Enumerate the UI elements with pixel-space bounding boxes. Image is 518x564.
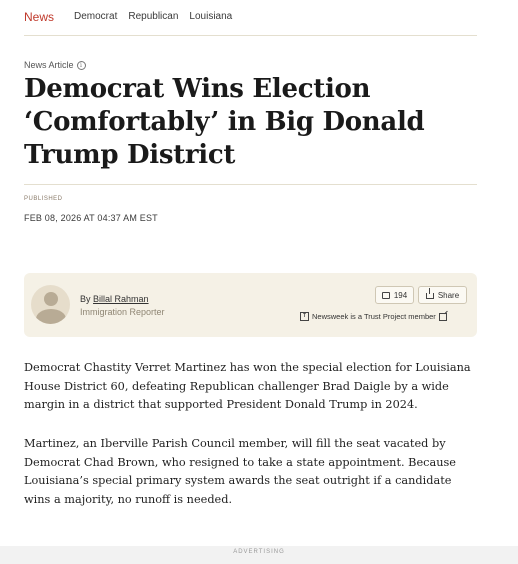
- author-role: Immigration Reporter: [80, 307, 165, 317]
- body-paragraph: Martinez, an Iberville Parish Council me…: [24, 437, 456, 506]
- advertising-slot: ADVERTISING: [0, 546, 518, 564]
- comment-icon: [381, 291, 390, 299]
- avatar-head-shape: [44, 292, 58, 306]
- comment-count: 194: [393, 290, 408, 300]
- nav-topic-links: Democrat Republican Louisiana: [74, 11, 232, 22]
- headline-divider: [24, 184, 477, 185]
- trust-project-link[interactable]: T Newsweek is a Trust Project member: [300, 312, 447, 321]
- author-card: By Billal Rahman Immigration Reporter 19…: [24, 273, 477, 337]
- byline-prefix: By: [80, 294, 91, 304]
- external-link-icon: [438, 312, 447, 321]
- share-label: Share: [437, 290, 460, 300]
- article-headline: Democrat Wins Election ‘Comfortably’ in …: [24, 74, 425, 170]
- trust-project-icon: T: [300, 312, 309, 321]
- nav-news-link[interactable]: News: [24, 10, 54, 24]
- article-kicker: News Article i: [24, 60, 86, 70]
- nav-link-democrat[interactable]: Democrat: [74, 11, 117, 22]
- avatar-body-shape: [36, 309, 66, 324]
- share-icon: [425, 288, 434, 299]
- share-button[interactable]: Share: [418, 286, 467, 304]
- author-avatar[interactable]: [31, 285, 70, 324]
- trust-project-text: Newsweek is a Trust Project member: [312, 312, 436, 321]
- nav-link-republican[interactable]: Republican: [128, 11, 178, 22]
- author-name-link[interactable]: Billal Rahman: [93, 294, 149, 304]
- comments-button[interactable]: 194: [375, 286, 414, 304]
- published-date: FEB 08, 2026 AT 04:37 AM EST: [24, 213, 158, 223]
- info-icon[interactable]: i: [76, 60, 86, 70]
- nav-link-louisiana[interactable]: Louisiana: [189, 11, 232, 22]
- advertising-label: ADVERTISING: [233, 549, 285, 555]
- published-label: PUBLISHED: [24, 196, 63, 202]
- kicker-label: News Article: [24, 60, 74, 70]
- top-navigation: News Democrat Republican Louisiana: [0, 0, 518, 36]
- body-paragraph: Democrat Chastity Verret Martinez has wo…: [24, 361, 471, 411]
- byline: By Billal Rahman: [80, 294, 149, 304]
- header-divider: [24, 35, 477, 36]
